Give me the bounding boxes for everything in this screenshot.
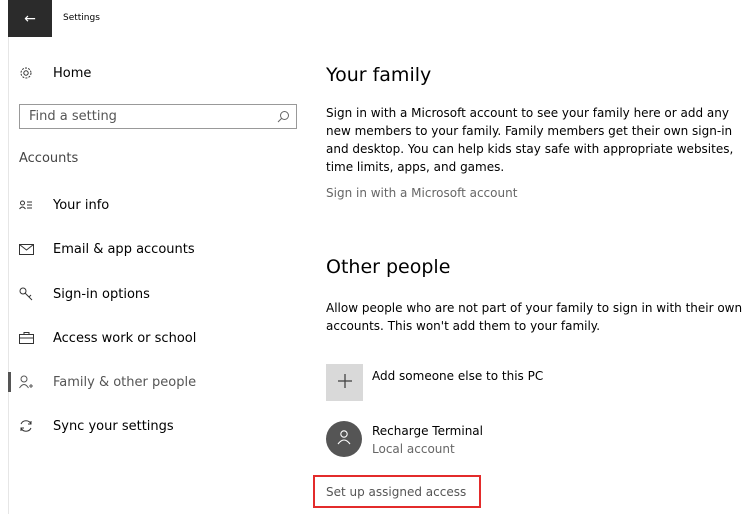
sidebar-item-sign-in-options[interactable]: Sign-in options <box>19 282 150 306</box>
sidebar-item-label: Email & app accounts <box>53 241 195 257</box>
back-arrow-icon: ← <box>24 10 36 27</box>
user-name[interactable]: Recharge Terminal <box>372 424 483 438</box>
sidebar-item-label: Family & other people <box>53 374 197 390</box>
your-family-description: Sign in with a Microsoft account to see … <box>326 106 734 174</box>
back-button[interactable]: ← <box>8 0 52 37</box>
other-people-heading: Other people <box>326 256 451 278</box>
sidebar-item-your-info[interactable]: Your info <box>19 193 109 217</box>
other-people-description: Allow people who are not part of your fa… <box>326 301 743 333</box>
selection-indicator <box>8 372 11 392</box>
sidebar-item-label: Sign-in options <box>53 286 150 302</box>
title-bar: ← Settings <box>0 0 748 37</box>
briefcase-icon <box>19 332 43 344</box>
search-input[interactable] <box>29 109 264 124</box>
search-icon[interactable] <box>277 110 290 127</box>
sidebar-item-home[interactable]: Home <box>19 61 91 85</box>
your-family-heading: Your family <box>326 64 432 86</box>
plus-icon <box>337 373 353 393</box>
user-account-type: Local account <box>372 442 455 456</box>
search-input-container[interactable] <box>19 104 297 129</box>
sidebar-item-family-other-people[interactable]: Family & other people <box>19 370 196 394</box>
sign-in-microsoft-link[interactable]: Sign in with a Microsoft account <box>326 186 517 200</box>
set-up-assigned-access-link[interactable]: Set up assigned access <box>326 485 466 499</box>
add-someone-button[interactable] <box>326 364 363 401</box>
key-icon <box>19 287 43 301</box>
sync-icon <box>19 419 43 433</box>
person-icon <box>336 429 352 449</box>
person-card-icon <box>19 199 43 211</box>
sidebar-item-sync-your-settings[interactable]: Sync your settings <box>19 414 174 438</box>
gear-icon <box>19 66 43 80</box>
sidebar-item-label: Home <box>53 65 92 81</box>
sidebar-item-label: Sync your settings <box>53 418 174 434</box>
sidebar-item-label: Access work or school <box>53 330 197 346</box>
sidebar-item-email-app-accounts[interactable]: Email & app accounts <box>19 237 195 261</box>
sidebar-item-access-work-or-school[interactable]: Access work or school <box>19 326 196 350</box>
section-heading-accounts: Accounts <box>19 151 79 166</box>
sidebar-edge <box>8 37 9 514</box>
sidebar-item-label: Your info <box>53 197 110 213</box>
person-add-icon <box>19 375 43 389</box>
window-title: Settings <box>63 13 100 23</box>
user-avatar[interactable] <box>326 421 362 457</box>
envelope-icon <box>19 243 43 255</box>
add-someone-label[interactable]: Add someone else to this PC <box>372 369 543 383</box>
